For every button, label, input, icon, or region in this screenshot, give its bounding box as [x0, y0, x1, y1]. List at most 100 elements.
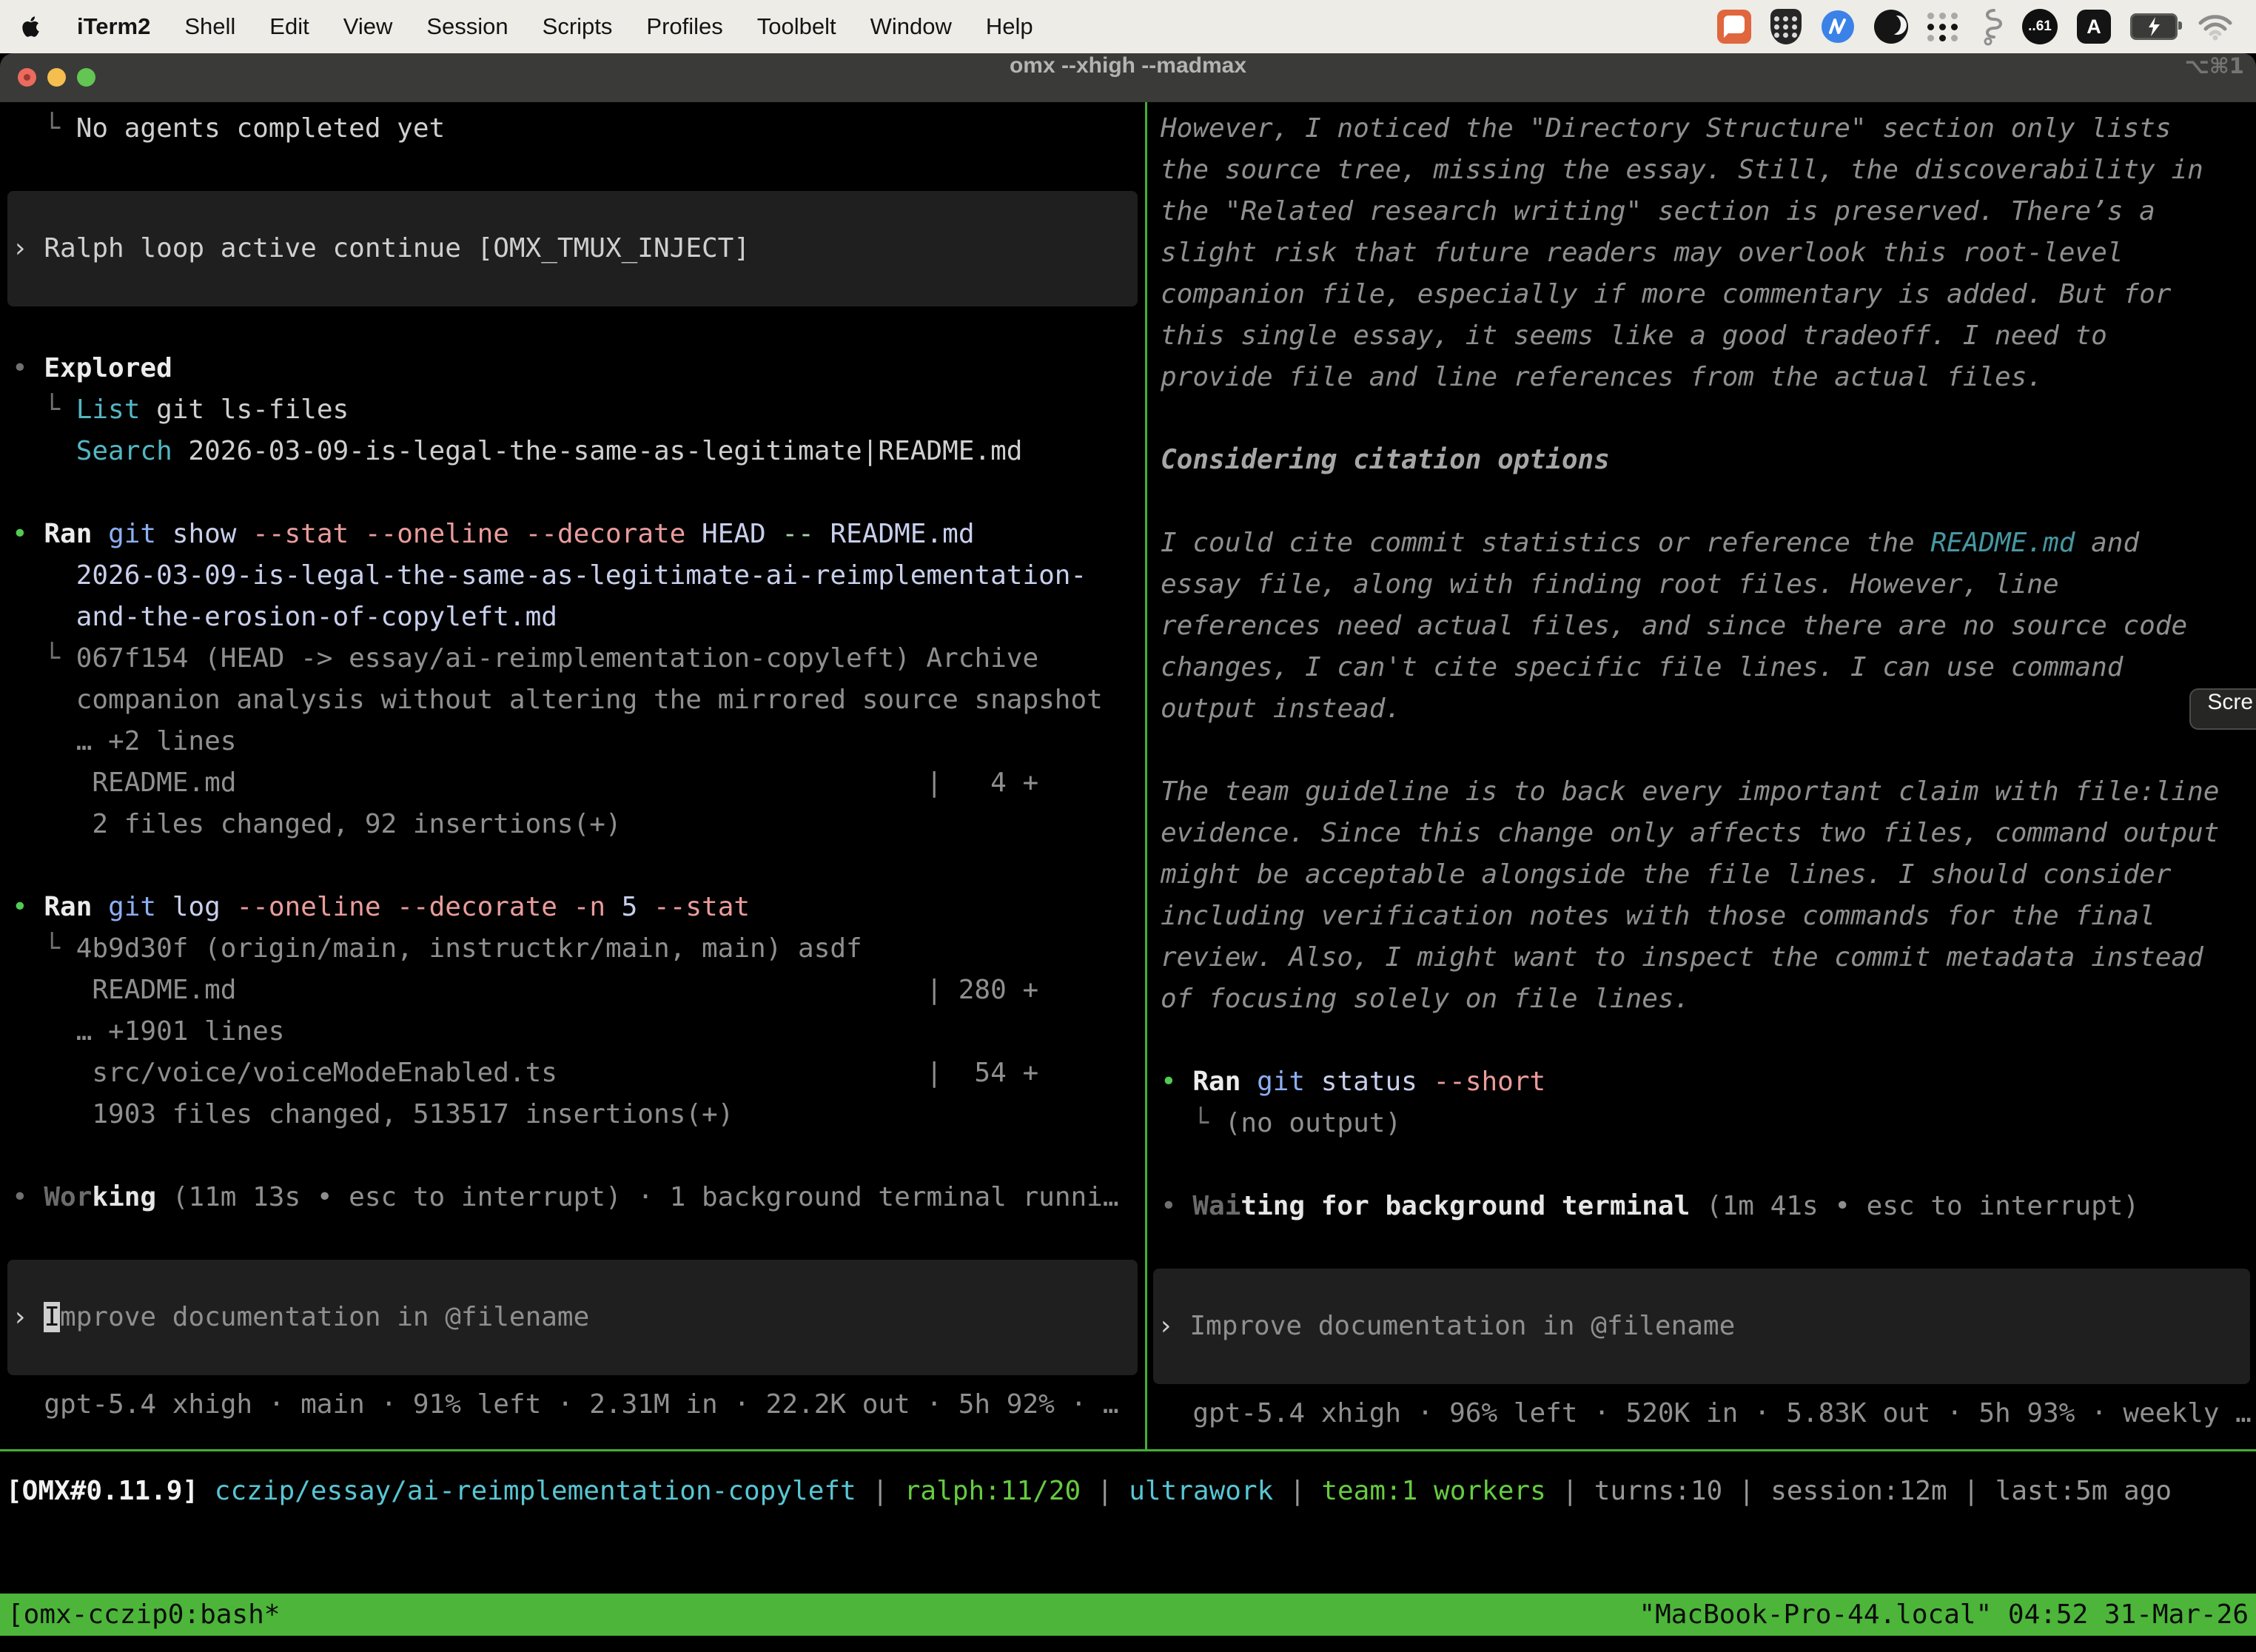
- text-segment: status: [1321, 1067, 1434, 1097]
- text-segment: companion analysis without altering the …: [12, 685, 1103, 715]
- terminal-line: └ (no output): [1161, 1103, 2256, 1144]
- blank-line: [1161, 398, 2256, 440]
- text-segment: ultrawork: [1129, 1476, 1273, 1506]
- text-segment: the "Related research writing" section i…: [1161, 196, 2155, 226]
- terminal-line: including verification notes with those …: [1161, 896, 2256, 937]
- text-segment: •: [12, 519, 44, 549]
- text-segment: … +2 lines: [12, 726, 236, 756]
- text-segment: git: [108, 519, 172, 549]
- text-segment: and-the-erosion-of-copyleft.md: [12, 602, 557, 632]
- terminal-line: I could cite commit statistics or refere…: [1161, 523, 2256, 564]
- blank-line: [12, 845, 1145, 887]
- text-segment: 5: [622, 892, 654, 922]
- percent-circle-icon[interactable]: ..61: [2022, 9, 2058, 44]
- terminal-line: README.md | 280 +: [12, 970, 1145, 1011]
- apple-icon[interactable]: [22, 15, 43, 38]
- text-segment: turns:10: [1594, 1476, 1722, 1506]
- text-segment: I could cite commit statistics or refere…: [1161, 528, 1930, 558]
- menu-item-edit[interactable]: Edit: [269, 13, 309, 40]
- menu-item-iterm2[interactable]: iTerm2: [77, 13, 150, 40]
- pane-divider-vertical: [1145, 102, 1147, 1449]
- menu-item-view[interactable]: View: [343, 13, 393, 40]
- text-segment: Improve documentation in @filename: [1189, 1311, 1735, 1341]
- terminal-line: companion file, especially if more comme…: [1161, 274, 2256, 315]
- text-segment: (no output): [1225, 1108, 1401, 1138]
- terminal-line: might be acceptable alongside the file l…: [1161, 854, 2256, 896]
- text-segment: gpt-5.4 xhigh · main · 91% left · 2.31M …: [12, 1389, 1119, 1420]
- blank-line: [12, 306, 1145, 348]
- tmux-status-bar: [omx-cczip0:bash* "MacBook-Pro-44.local"…: [0, 1594, 2256, 1636]
- text-segment: List: [76, 394, 156, 425]
- blank-line: [1161, 1227, 2256, 1269]
- text-segment: Search: [76, 436, 189, 466]
- text-segment: README.md: [1930, 528, 2075, 558]
- menu-item-window[interactable]: Window: [870, 13, 952, 40]
- text-segment: ting for background terminal: [1241, 1191, 1706, 1221]
- text-segment: --oneline: [236, 892, 397, 922]
- squiggle-icon[interactable]: [1978, 7, 2003, 46]
- ran-git-show: • Ran git show --stat --oneline --decora…: [12, 514, 1145, 555]
- text-segment: 2 files changed, 92 insertions(+): [12, 809, 622, 839]
- battery-icon[interactable]: [2130, 13, 2178, 40]
- text-segment: --short: [1433, 1067, 1545, 1097]
- text-segment: Ran: [1192, 1067, 1257, 1097]
- text-segment: README.md | 4 +: [12, 768, 1038, 798]
- terminal-line: 1903 files changed, 513517 insertions(+): [12, 1094, 1145, 1135]
- text-segment: Explored: [44, 353, 172, 383]
- terminal-line: 2 files changed, 92 insertions(+): [12, 804, 1145, 845]
- terminal-line: Search 2026-03-09-is-legal-the-same-as-l…: [12, 431, 1145, 472]
- text-segment: companion file, especially if more comme…: [1161, 279, 2171, 309]
- text-segment: Ran: [44, 892, 108, 922]
- screen-indicator-tooltip[interactable]: Scre: [2189, 688, 2256, 730]
- terminal-line: essay file, along with finding root file…: [1161, 564, 2256, 605]
- prompt-input-box[interactable]: › Improve documentation in @filename: [7, 1260, 1138, 1375]
- text-segment: 4b9d30f (origin/main, instructkr/main, m…: [76, 933, 862, 964]
- shield-keypad-icon[interactable]: [1770, 9, 1802, 44]
- blue-badge-icon[interactable]: [1821, 10, 1855, 44]
- text-segment: •: [1161, 1191, 1192, 1221]
- menu-item-scripts[interactable]: Scripts: [543, 13, 613, 40]
- blank-line: [1161, 1144, 2256, 1186]
- text-segment: Ralph loop active continue [OMX_TMUX_INJ…: [44, 233, 750, 263]
- window-title-bar: omx --xhigh --madmax ⌥⌘1: [0, 53, 2256, 102]
- text-segment: 067f154 (HEAD -> essay/ai-reimplementati…: [76, 643, 1038, 674]
- terminal-line: changes, I can't cite specific file line…: [1161, 647, 2256, 688]
- window-title: omx --xhigh --madmax: [0, 53, 2256, 102]
- blank-line: [1161, 730, 2256, 771]
- menu-item-profiles[interactable]: Profiles: [646, 13, 722, 40]
- messages-icon[interactable]: [1717, 10, 1751, 44]
- window-shortcut-badge: ⌥⌘1: [2184, 53, 2244, 102]
- text-segment: |: [1273, 1476, 1321, 1506]
- text-segment: --oneline: [365, 519, 526, 549]
- blank-line: [12, 150, 1145, 191]
- text-segment: 1903 files changed, 513517 insertions(+): [12, 1099, 733, 1129]
- terminal-line: review. Also, I might want to inspect th…: [1161, 937, 2256, 978]
- menu-items: iTerm2 Shell Edit View Session Scripts P…: [22, 13, 1033, 40]
- terminal-line: output instead.: [1161, 688, 2256, 730]
- menu-status-icons: ..61 A: [1717, 7, 2234, 46]
- text-segment: changes, I can't cite specific file line…: [1161, 652, 2123, 682]
- menu-item-session[interactable]: Session: [426, 13, 508, 40]
- text-segment: Ran: [44, 519, 108, 549]
- text-segment: README.md: [830, 519, 974, 549]
- menu-item-help[interactable]: Help: [986, 13, 1033, 40]
- text-segment: Wor: [44, 1182, 92, 1212]
- terminal-line: … +1901 lines: [12, 1011, 1145, 1052]
- text-segment: session:12m: [1770, 1476, 1947, 1506]
- text-segment: I: [44, 1302, 60, 1332]
- moon-circle-icon[interactable]: [1874, 10, 1908, 44]
- tmux-session-label: [omx-cczip0:bash*: [7, 1594, 280, 1636]
- prompt-input-line: › Improve documentation in @filename: [12, 1297, 1138, 1338]
- text-segment: ›: [12, 233, 44, 263]
- prompt-input-line: › Improve documentation in @filename: [1158, 1306, 2250, 1347]
- prompt-input-box[interactable]: › Improve documentation in @filename: [1153, 1269, 2250, 1384]
- text-segment: └: [12, 933, 76, 964]
- a-square-icon[interactable]: A: [2077, 10, 2111, 44]
- dots-grid-icon[interactable]: [1927, 13, 1958, 41]
- text-segment: and: [2075, 528, 2139, 558]
- menu-item-shell[interactable]: Shell: [184, 13, 235, 40]
- menu-item-toolbelt[interactable]: Toolbelt: [757, 13, 836, 40]
- omx-status-bar: [OMX#0.11.9] cczip/essay/ai-reimplementa…: [0, 1451, 2256, 1594]
- wifi-icon[interactable]: [2197, 13, 2234, 41]
- text-segment: •: [12, 892, 44, 922]
